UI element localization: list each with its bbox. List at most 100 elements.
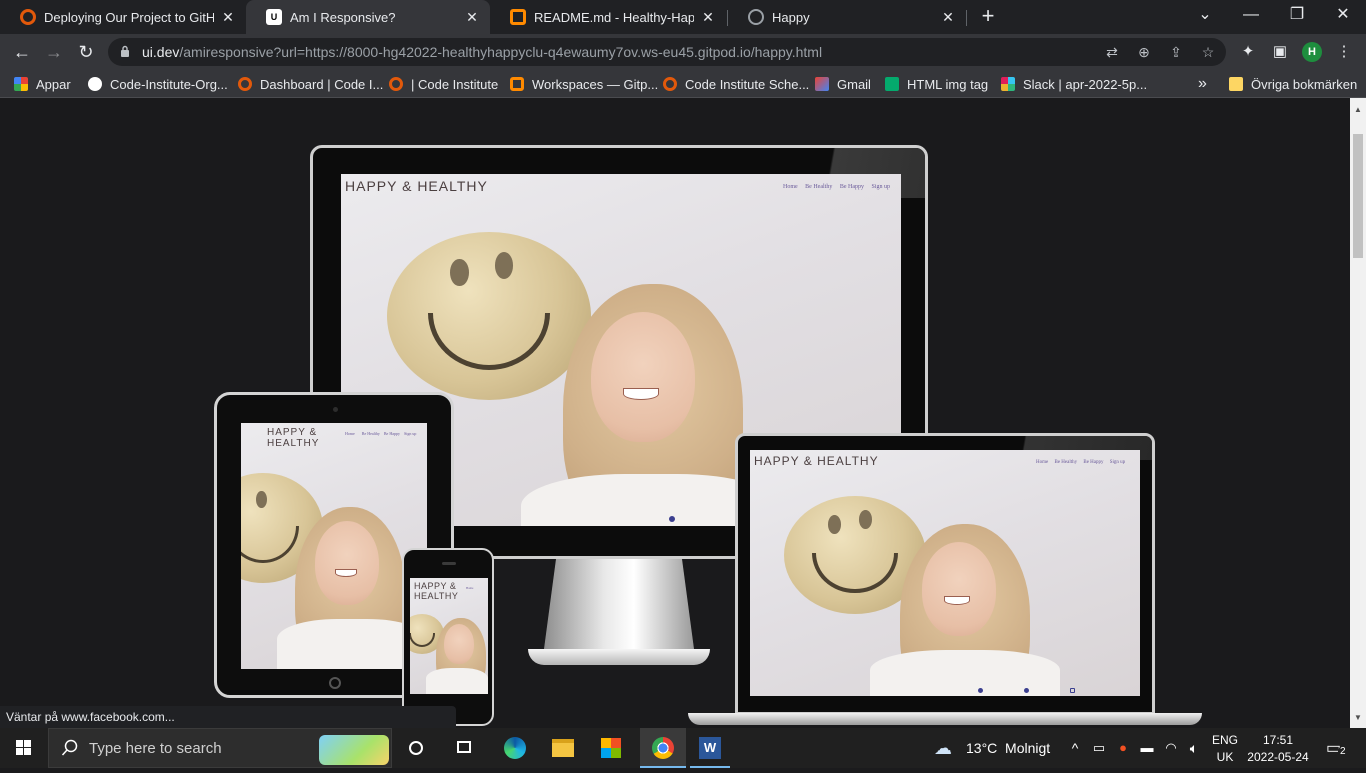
- address-bar[interactable]: ui.dev/amiresponsive?url=https://8000-hg…: [108, 38, 1226, 66]
- wifi-icon[interactable]: ◠: [1162, 728, 1180, 768]
- start-button[interactable]: [0, 728, 48, 768]
- clock[interactable]: 17:51 2022-05-24: [1244, 728, 1312, 768]
- region-code: UK: [1216, 750, 1234, 764]
- laptop: HAPPY & HEALTHY Home Be Healthy Be Happy…: [735, 433, 1155, 715]
- close-icon[interactable]: ✕: [464, 9, 480, 26]
- scroll-thumb[interactable]: [1353, 134, 1363, 258]
- tab-title: Am I Responsive?: [290, 9, 396, 25]
- bookmark-schedule[interactable]: Code Institute Sche...: [663, 75, 809, 93]
- tab-separator: [966, 10, 967, 26]
- close-icon[interactable]: ✕: [220, 9, 236, 26]
- close-window-button[interactable]: ✕: [1320, 0, 1366, 34]
- cortana-icon[interactable]: [400, 728, 432, 768]
- edge-icon[interactable]: [496, 728, 534, 768]
- show-hidden-icons[interactable]: ^: [1066, 728, 1084, 768]
- balloon-eye: [828, 514, 841, 534]
- bookmark-workspaces[interactable]: Workspaces — Gitp...: [510, 75, 658, 93]
- new-tab-button[interactable]: +: [976, 5, 1000, 29]
- avatar[interactable]: H: [1302, 42, 1322, 62]
- balloon-mouth: [410, 633, 436, 647]
- weather-widget[interactable]: ☁ 13°C Molnigt: [932, 728, 1056, 768]
- clock-time: 17:51: [1262, 733, 1294, 747]
- bookmark-code-institute[interactable]: | Code Institute: [389, 75, 498, 93]
- monitor-base: [528, 649, 710, 665]
- bookmark-star-icon[interactable]: ☆: [1198, 42, 1218, 62]
- bookmark-label: Slack | apr-2022-5p...: [1023, 76, 1148, 92]
- site-title: HAPPY & HEALTHY: [267, 427, 320, 449]
- phone-screen: HAPPY & HEALTHY Home: [410, 578, 488, 694]
- code-institute-icon: [389, 77, 403, 91]
- word-icon[interactable]: W: [690, 728, 730, 768]
- person-shirt: [870, 650, 1060, 696]
- language-indicator[interactable]: ENG UK: [1210, 728, 1240, 768]
- balloon-mouth: [427, 312, 551, 370]
- phone-speaker: [442, 562, 456, 565]
- globe-icon: [748, 9, 764, 25]
- slack-icon: [1001, 77, 1015, 91]
- scroll-up-arrow-icon[interactable]: ▲: [1350, 102, 1366, 118]
- weather-text: 13°C Molnigt: [966, 740, 1051, 756]
- forward-button[interactable]: →: [40, 38, 68, 66]
- site-nav-home: Home: [466, 586, 474, 590]
- bookmark-html-img-tag[interactable]: HTML img tag: [885, 75, 988, 93]
- tab-happy[interactable]: Happy ✕: [728, 0, 966, 34]
- edge-logo: [504, 737, 526, 759]
- github-icon: [88, 77, 102, 91]
- tab-deploying[interactable]: Deploying Our Project to GitHub ✕: [0, 0, 246, 34]
- translate-icon[interactable]: ⇄: [1102, 42, 1122, 62]
- meet-now-icon[interactable]: ▭: [1090, 728, 1108, 768]
- notification-center[interactable]: ▭ 2: [1322, 728, 1352, 768]
- bookmark-slack[interactable]: Slack | apr-2022-5p...: [1001, 75, 1147, 93]
- task-view-icon[interactable]: [448, 728, 480, 768]
- volume-icon[interactable]: 🔈︎: [1184, 728, 1204, 768]
- site-title: HAPPY & HEALTHY: [414, 581, 459, 601]
- bookmark-gmail[interactable]: Gmail: [815, 75, 871, 93]
- balloon-eye: [859, 510, 873, 530]
- tab-readme[interactable]: README.md - Healthy-Happy-Cl ✕: [490, 0, 726, 34]
- file-explorer-icon[interactable]: [544, 728, 582, 768]
- facebook-icon: [669, 516, 675, 522]
- person-smile: [335, 569, 357, 577]
- bookmark-code-institute-org[interactable]: Code-Institute-Org...: [88, 75, 228, 93]
- chrome-icon[interactable]: [640, 728, 686, 768]
- tab-title: Deploying Our Project to GitHub: [44, 9, 214, 25]
- restore-button[interactable]: ❐: [1274, 0, 1320, 34]
- back-button[interactable]: ←: [8, 38, 36, 66]
- tab-am-i-responsive[interactable]: U Am I Responsive? ✕: [246, 0, 490, 34]
- taskbar-search-box[interactable]: Type here to search: [48, 728, 392, 768]
- reload-button[interactable]: ↻: [72, 38, 100, 66]
- mic-muted-icon[interactable]: ●: [1114, 728, 1132, 768]
- bookmark-apps[interactable]: Appar: [14, 75, 71, 93]
- scroll-down-arrow-icon[interactable]: ▼: [1350, 710, 1366, 726]
- other-bookmarks-folder[interactable]: Övriga bokmärken: [1229, 75, 1357, 93]
- store-shape: [601, 738, 621, 758]
- battery-icon[interactable]: ▬: [1138, 728, 1156, 768]
- menu-icon[interactable]: ⋮: [1334, 42, 1354, 62]
- bookmark-label: Gmail: [837, 76, 871, 92]
- bookmark-dashboard[interactable]: Dashboard | Code I...: [238, 75, 383, 93]
- cortana-ring: [409, 741, 423, 755]
- minimize-button[interactable]: —: [1228, 0, 1274, 34]
- twitter-icon: [1024, 688, 1029, 693]
- side-panel-icon[interactable]: ▣: [1270, 42, 1290, 62]
- share-icon[interactable]: ⇪: [1166, 42, 1186, 62]
- bookmarks-overflow-button[interactable]: »: [1198, 75, 1207, 93]
- nav-be-happy: Be Happy: [383, 431, 400, 436]
- windows-logo-icon: [16, 740, 31, 755]
- apps-grid-icon: [14, 77, 28, 91]
- store-icon[interactable]: [592, 728, 630, 768]
- instagram-icon: [1070, 688, 1075, 693]
- w3schools-icon: [885, 77, 899, 91]
- code-institute-icon: [20, 9, 36, 25]
- page-scrollbar[interactable]: ▲ ▼: [1350, 98, 1366, 728]
- nav-be-healthy: Be Healthy: [1054, 460, 1078, 465]
- tab-search-icon[interactable]: ⌄: [1182, 0, 1228, 34]
- chrome-logo: [652, 737, 674, 759]
- nav-be-healthy: Be Healthy: [361, 431, 380, 436]
- zoom-icon[interactable]: ⊕: [1134, 42, 1154, 62]
- close-icon[interactable]: ✕: [700, 9, 716, 26]
- browser-toolbar: ← → ↻ ui.dev/amiresponsive?url=https://8…: [0, 34, 1366, 70]
- extensions-icon[interactable]: ✦: [1238, 42, 1258, 62]
- nav-sign-up: Sign up: [1109, 460, 1126, 465]
- close-icon[interactable]: ✕: [940, 9, 956, 26]
